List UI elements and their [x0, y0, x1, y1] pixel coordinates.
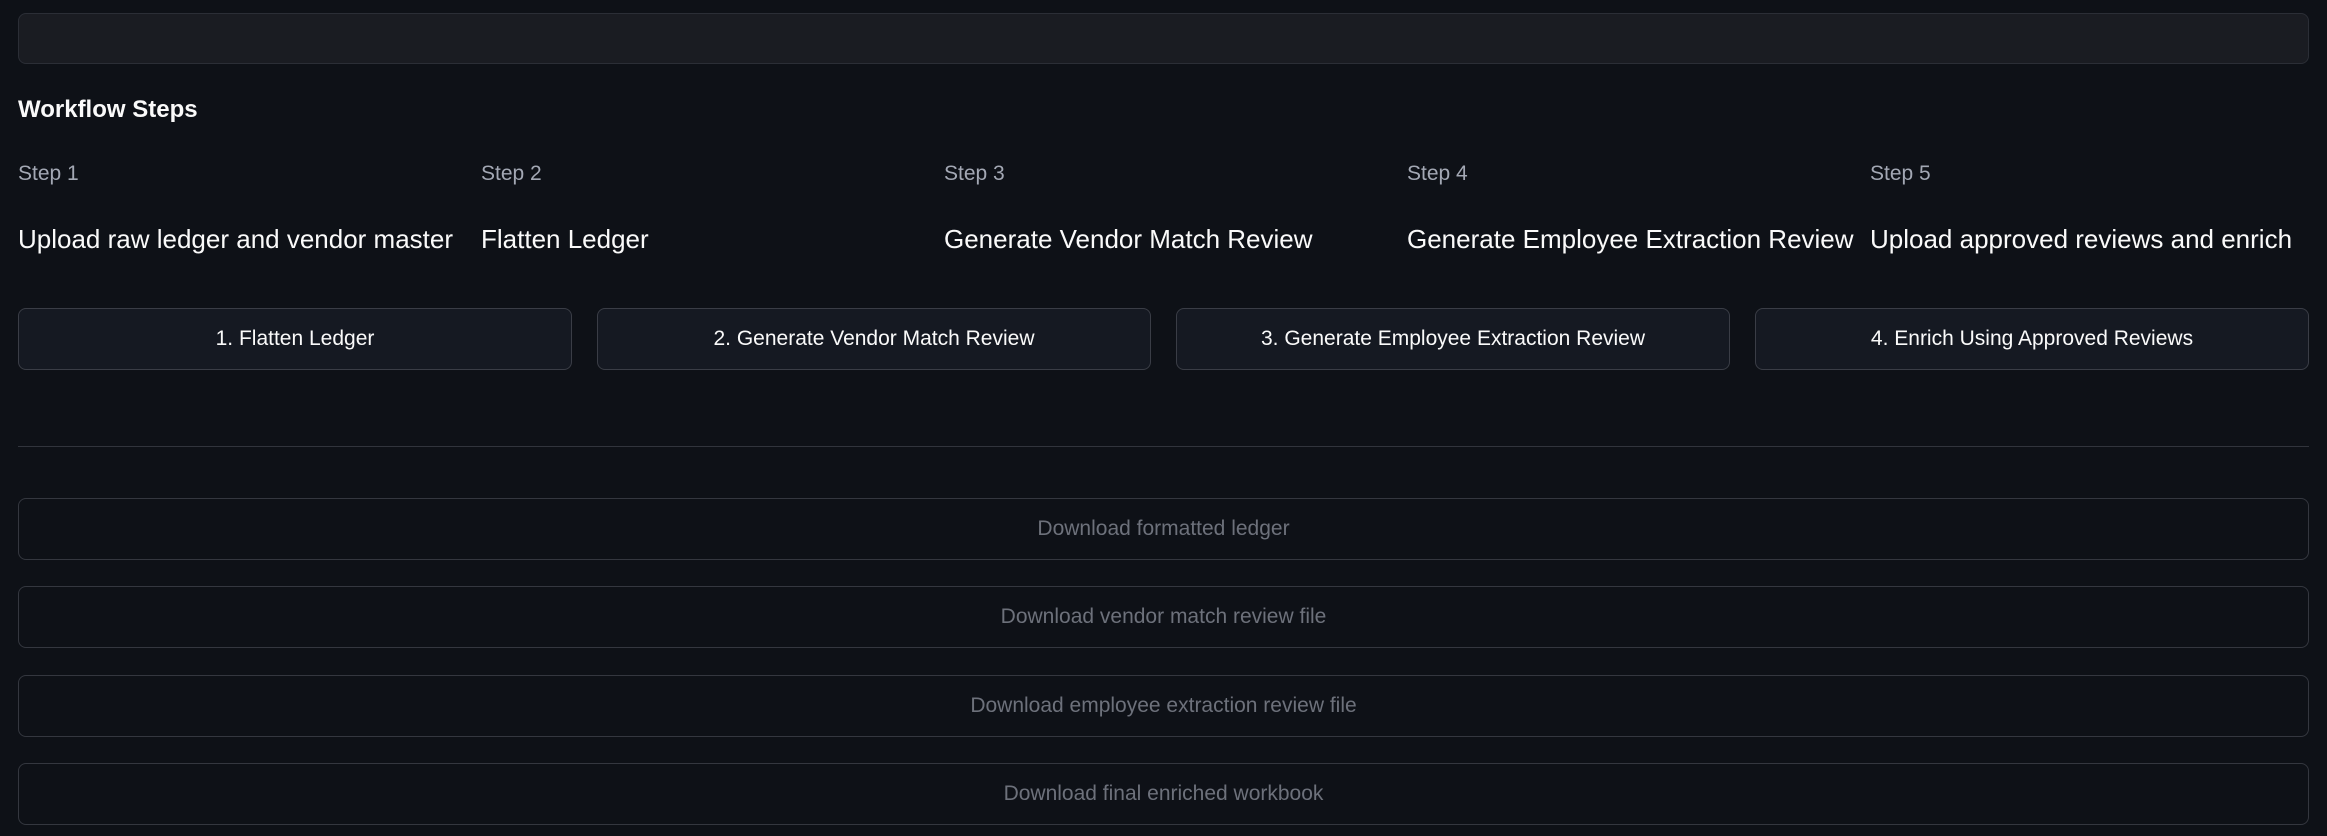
- step-label: Step 3: [944, 162, 1005, 185]
- step-5: Step 5 Upload approved reviews and enric…: [1870, 160, 2310, 256]
- enrich-using-approved-reviews-button[interactable]: 4. Enrich Using Approved Reviews: [1755, 308, 2309, 370]
- divider: [18, 446, 2309, 447]
- step-4: Step 4 Generate Employee Extraction Revi…: [1407, 160, 1854, 256]
- download-formatted-ledger-button[interactable]: Download formatted ledger: [18, 498, 2309, 560]
- step-label: Step 1: [18, 162, 79, 185]
- step-3: Step 3 Generate Vendor Match Review: [944, 160, 1384, 256]
- step-description: Generate Vendor Match Review: [944, 224, 1313, 254]
- step-label: Step 5: [1870, 162, 1931, 185]
- step-2: Step 2 Flatten Ledger: [481, 160, 921, 256]
- flatten-ledger-button[interactable]: 1. Flatten Ledger: [18, 308, 572, 370]
- download-employee-extraction-review-button[interactable]: Download employee extraction review file: [18, 675, 2309, 737]
- step-1: Step 1 Upload raw ledger and vendor mast…: [18, 160, 458, 256]
- step-label: Step 4: [1407, 162, 1468, 185]
- generate-employee-extraction-review-button[interactable]: 3. Generate Employee Extraction Review: [1176, 308, 1730, 370]
- step-description: Generate Employee Extraction Review: [1407, 224, 1854, 254]
- step-description: Upload raw ledger and vendor master: [18, 224, 454, 254]
- top-status-bar: [18, 13, 2309, 64]
- step-description: Upload approved reviews and enrich: [1870, 224, 2293, 254]
- generate-vendor-match-review-button[interactable]: 2. Generate Vendor Match Review: [597, 308, 1151, 370]
- section-title: Workflow Steps: [18, 96, 198, 123]
- step-description: Flatten Ledger: [481, 224, 649, 254]
- download-vendor-match-review-button[interactable]: Download vendor match review file: [18, 586, 2309, 648]
- download-final-enriched-workbook-button[interactable]: Download final enriched workbook: [18, 763, 2309, 825]
- step-label: Step 2: [481, 162, 542, 185]
